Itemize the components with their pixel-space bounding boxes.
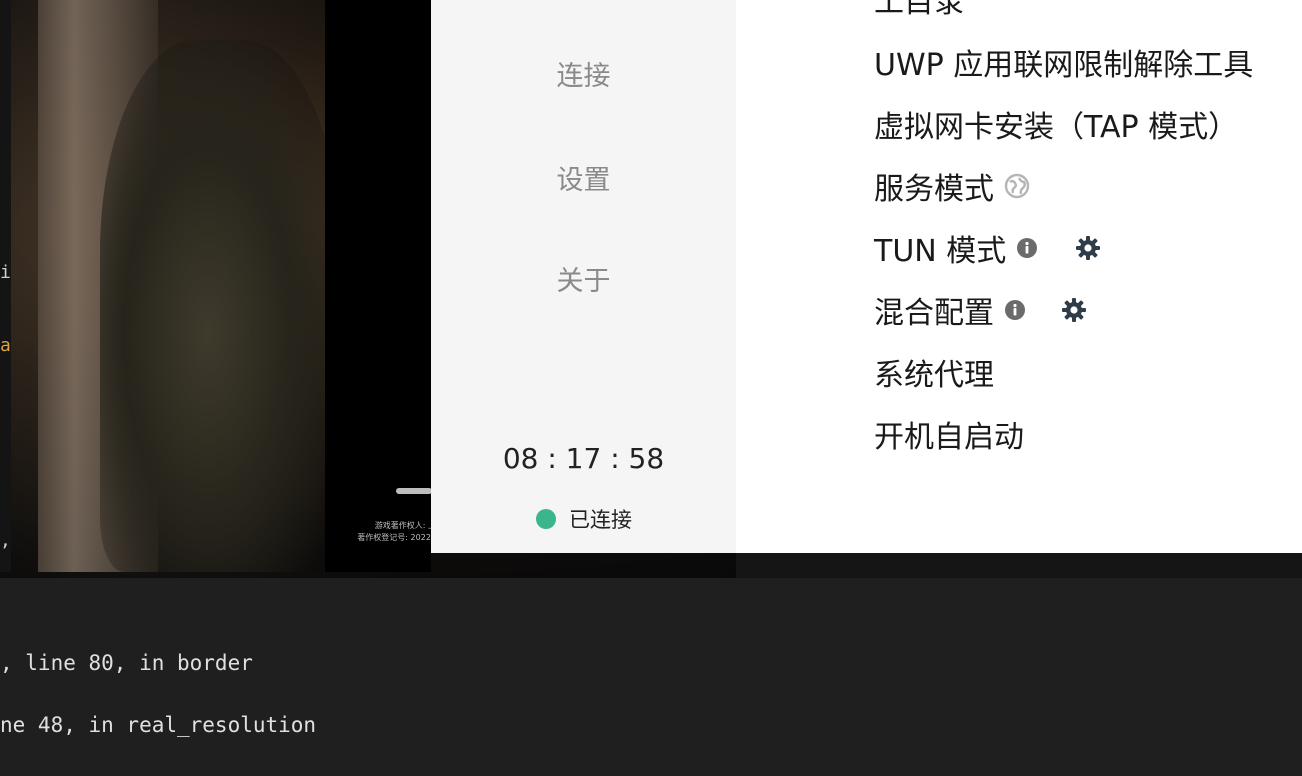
connection-status: 已连接 [536,505,632,533]
background-black-panel [325,0,431,572]
terminal-output: , line 80, in border ne 48, in real_reso… [0,578,1302,776]
terminal-line: , line 80, in border [0,651,253,675]
setting-item-autostart[interactable]: 开机自启动 [874,413,1024,455]
setting-label: TUN 模式 [874,234,1007,269]
gear-icon[interactable] [1074,234,1102,262]
setting-item-service-mode[interactable]: 服务模式 [874,165,1030,207]
connection-timer: 08 : 17 : 58 [502,442,665,475]
setting-item-mixed-config[interactable]: 混合配置 [874,289,1088,331]
setting-label: 工目录 [874,0,964,20]
left-edge-fragment: a [0,335,11,356]
setting-label: 虚拟网卡安装（TAP 模式） [874,110,1239,145]
setting-item-tap-install[interactable]: 虚拟网卡安装（TAP 模式） [874,103,1238,145]
setting-label: 开机自启动 [874,420,1024,455]
caption-line-2: 著作权登记号: 2022S [357,533,436,542]
globe-icon [1004,173,1030,199]
settings-panel: 工目录 UWP 应用联网限制解除工具 虚拟网卡安装（TAP 模式） 服务模式 T… [736,0,1302,553]
nav-item-connect[interactable]: 连接 [431,54,736,93]
setting-item-partial[interactable]: 工目录 [874,0,964,20]
background-caption: 游戏著作权人: 上 著作权登记号: 2022S [326,520,436,544]
setting-item-tun-mode[interactable]: TUN 模式 [874,227,1102,269]
setting-label: 系统代理 [874,358,994,393]
left-edge-fragment: , [0,530,11,551]
left-edge-fragment: i [0,262,11,283]
nav-item-settings[interactable]: 设置 [431,158,736,197]
info-icon[interactable] [1016,237,1038,259]
app-sidebar: 连接 设置 关于 08 : 17 : 58 已连接 [431,0,736,553]
background-figure [100,40,340,572]
status-text: 已连接 [569,508,632,532]
setting-label: 服务模式 [874,172,994,207]
gear-icon[interactable] [1060,296,1088,324]
info-icon[interactable] [1004,299,1026,321]
terminal-line: ne 48, in real_resolution [0,713,317,737]
status-dot-icon [536,509,556,529]
background-slider-handle [396,488,432,494]
nav-item-about[interactable]: 关于 [431,259,736,298]
setting-item-system-proxy[interactable]: 系统代理 [874,351,994,393]
setting-label: UWP 应用联网限制解除工具 [874,48,1254,83]
caption-line-1: 游戏著作权人: 上 [374,521,436,530]
setting-label: 混合配置 [874,296,994,331]
background-right-strip [736,553,1302,578]
setting-item-uwp-loopback[interactable]: UWP 应用联网限制解除工具 [874,41,1253,83]
background-left-strip [0,0,11,572]
